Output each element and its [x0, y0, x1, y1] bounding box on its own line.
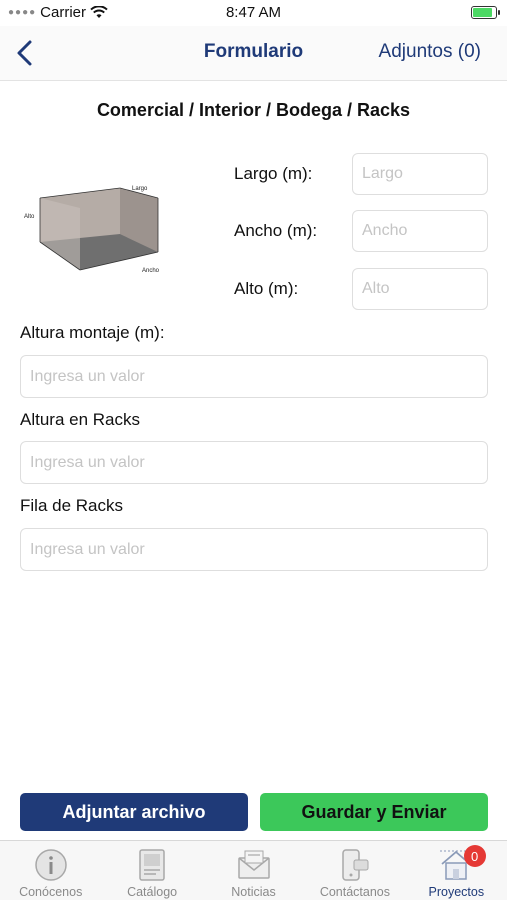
- rack-rows-input[interactable]: [20, 528, 488, 571]
- tab-conocenos[interactable]: Conócenos: [0, 841, 101, 900]
- room-label-length: Largo: [132, 186, 148, 192]
- catalog-icon: [139, 849, 165, 881]
- tab-proyectos[interactable]: Proyectos 0: [406, 841, 507, 900]
- navigation-bar: Formulario Adjuntos (0): [0, 26, 507, 81]
- rack-height-input[interactable]: [20, 441, 488, 484]
- tab-label: Proyectos: [428, 885, 485, 899]
- tab-label: Conócenos: [19, 885, 83, 899]
- mounting-height-input[interactable]: [20, 355, 488, 398]
- tab-bar: Conócenos Catálogo Noticias Contáctanos …: [0, 840, 507, 900]
- width-row: Ancho (m):: [234, 210, 488, 252]
- battery-icon: [471, 6, 500, 19]
- height-input[interactable]: [352, 268, 488, 310]
- room-dimensions-image: Largo Alto Ancho: [24, 186, 160, 274]
- width-label: Ancho (m):: [234, 221, 318, 240]
- width-input[interactable]: [352, 210, 488, 252]
- save-and-send-button[interactable]: Guardar y Enviar: [260, 793, 488, 831]
- section-title: Comercial / Interior / Bodega / Racks: [96, 100, 411, 120]
- tab-catalogo[interactable]: Catálogo: [101, 841, 202, 900]
- tab-label: Catálogo: [127, 885, 178, 899]
- status-bar: ●●●● Carrier 8:47 AM: [0, 0, 507, 26]
- height-label: Alto (m):: [234, 279, 299, 298]
- mounting-height-label: Altura montaje (m):: [20, 323, 165, 342]
- contact-icon: [342, 849, 369, 881]
- length-label: Largo (m):: [234, 164, 313, 183]
- length-row: Largo (m):: [234, 153, 488, 195]
- tab-contactanos[interactable]: Contáctanos: [304, 841, 405, 900]
- projects-badge: 0: [463, 845, 486, 867]
- length-input[interactable]: [352, 153, 488, 195]
- tab-noticias[interactable]: Noticias: [203, 841, 304, 900]
- rack-rows-label: Fila de Racks: [20, 496, 123, 515]
- tab-label: Noticias: [231, 885, 276, 899]
- tab-label: Contáctanos: [319, 885, 391, 899]
- room-label-height: Alto: [24, 214, 35, 220]
- attachments-button[interactable]: Adjuntos (0): [379, 41, 481, 63]
- height-row: Alto (m):: [234, 268, 488, 310]
- rack-height-label: Altura en Racks: [20, 410, 140, 429]
- news-icon: [237, 850, 270, 879]
- info-icon: [34, 849, 67, 881]
- attach-file-button[interactable]: Adjuntar archivo: [20, 793, 248, 831]
- room-label-width: Ancho: [142, 268, 160, 274]
- status-time: 8:47 AM: [225, 4, 282, 21]
